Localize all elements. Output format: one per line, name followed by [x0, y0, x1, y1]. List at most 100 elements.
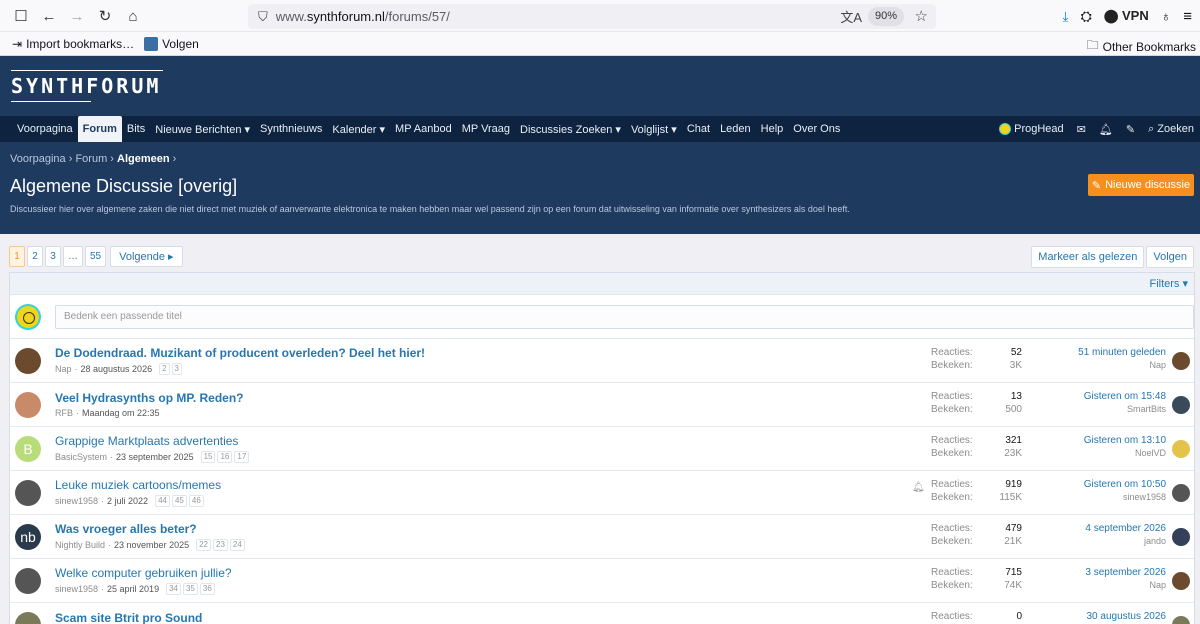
back-icon[interactable]: ← — [38, 5, 60, 27]
thread-author[interactable]: Nap — [55, 364, 72, 374]
site-logo[interactable]: SYNTHFORUM — [11, 67, 163, 105]
thread-page-link[interactable]: 15 — [200, 451, 216, 463]
nav-item[interactable]: Leden — [715, 116, 756, 142]
user-menu[interactable]: ProgHead — [999, 123, 1064, 136]
url-text[interactable]: www.synthforum.nl/forums/57/ — [276, 9, 450, 24]
avatar[interactable] — [15, 611, 41, 624]
bookmark-volgen[interactable]: Volgen — [144, 36, 199, 51]
thread-page-link[interactable]: 2 — [159, 363, 170, 375]
thread-page-link[interactable]: 3 — [171, 363, 182, 375]
last-poster-avatar[interactable] — [1172, 528, 1190, 546]
other-bookmarks[interactable]: 🗀 Other Bookmarks — [1087, 36, 1196, 57]
thread-page-link[interactable]: 35 — [182, 583, 198, 595]
thread-title-link[interactable]: Scam site Btrit pro Sound — [55, 611, 202, 624]
new-thread-title-input[interactable]: Bedenk een passende titel — [54, 304, 1194, 329]
last-post-user[interactable]: NoelVD — [1084, 447, 1166, 460]
nav-item[interactable]: Volglijst ▾ — [626, 116, 682, 142]
nav-item[interactable]: MP Aanbod — [390, 116, 457, 142]
page-link[interactable]: 2 — [27, 246, 43, 267]
page-link[interactable]: 55 — [85, 246, 107, 267]
thread-date[interactable]: 28 augustus 2026 — [81, 364, 153, 374]
thread-page-link[interactable]: 22 — [196, 539, 211, 551]
thread-page-link[interactable]: 45 — [171, 495, 187, 507]
last-post-time[interactable]: Gisteren om 10:50 — [1084, 478, 1166, 491]
avatar[interactable] — [15, 479, 41, 506]
thread-date[interactable]: Maandag om 22:35 — [82, 408, 160, 418]
forward-icon[interactable]: → — [66, 5, 88, 27]
nav-item[interactable]: Chat — [682, 116, 715, 142]
last-poster-avatar[interactable] — [1172, 352, 1190, 370]
thread-page-link[interactable]: 16 — [217, 451, 233, 463]
next-page-button[interactable]: Volgende ▸ — [110, 246, 183, 267]
thread-title-link[interactable]: Leuke muziek cartoons/memes — [55, 478, 221, 492]
filters-button[interactable]: Filters ▾ — [1149, 277, 1188, 290]
translate-icon[interactable]: 文A — [840, 7, 862, 26]
last-poster-avatar[interactable] — [1172, 440, 1190, 458]
thread-page-link[interactable]: 34 — [166, 583, 181, 595]
new-discussion-button[interactable]: ✎ Nieuwe discussie — [1088, 174, 1194, 196]
avatar[interactable] — [15, 347, 41, 374]
nav-item[interactable]: Voorpagina — [12, 116, 78, 142]
thread-title-link[interactable]: Was vroeger alles beter? — [55, 522, 245, 536]
import-bookmarks-link[interactable]: ⇥ Import bookmarks… — [12, 37, 134, 51]
thread-page-link[interactable]: 23 — [213, 539, 228, 551]
thread-title-link[interactable]: Veel Hydrasynths op MP. Reden? — [55, 391, 244, 405]
thread-page-link[interactable]: 36 — [199, 583, 215, 595]
last-post-time[interactable]: 3 september 2026 — [1085, 566, 1166, 579]
last-post-user[interactable]: SmartBits — [1084, 403, 1166, 416]
search-button[interactable]: ⌕ Zoeken — [1148, 123, 1194, 136]
vpn-button[interactable]: ⬤ VPN — [1104, 8, 1149, 24]
last-post-user[interactable]: jando — [1085, 535, 1166, 548]
thread-page-link[interactable]: 46 — [188, 495, 204, 507]
thread-date[interactable]: 25 april 2019 — [107, 584, 159, 594]
menu-icon[interactable]: ≡ — [1183, 8, 1192, 25]
avatar[interactable] — [15, 391, 41, 418]
thread-title-link[interactable]: De Dodendraad. Muzikant of producent ove… — [55, 346, 425, 360]
extension-icon[interactable]: ⛭ — [1081, 8, 1092, 25]
last-post-time[interactable]: Gisteren om 13:10 — [1084, 434, 1166, 447]
alerts-bell-icon[interactable]: 🔔︎ — [1099, 123, 1113, 136]
last-poster-avatar[interactable] — [1172, 572, 1190, 590]
avatar[interactable]: B — [15, 435, 41, 462]
last-post-time[interactable]: 30 augustus 2026 — [1086, 610, 1166, 623]
account-icon[interactable]: ♁ — [1161, 8, 1172, 24]
last-post-user[interactable]: Nap — [1085, 579, 1166, 592]
thread-page-link[interactable]: 17 — [234, 451, 250, 463]
edit-icon[interactable]: ✎ — [1126, 123, 1135, 136]
thread-author[interactable]: sinew1958 — [55, 584, 98, 594]
inbox-icon[interactable]: ✉ — [1077, 123, 1086, 136]
last-post-time[interactable]: 4 september 2026 — [1085, 522, 1166, 535]
nav-item[interactable]: MP Vraag — [457, 116, 515, 142]
thread-page-link[interactable]: 24 — [229, 539, 245, 551]
thread-date[interactable]: 23 september 2025 — [116, 452, 194, 462]
avatar[interactable]: nb — [15, 523, 41, 550]
thread-author[interactable]: sinew1958 — [55, 496, 98, 506]
nav-item[interactable]: Over Ons — [788, 116, 845, 142]
sidebar-toggle-icon[interactable]: ☐ — [10, 5, 32, 27]
breadcrumb-algemeen[interactable]: Algemeen — [117, 153, 170, 165]
avatar[interactable] — [15, 567, 41, 594]
thread-date[interactable]: 23 november 2025 — [114, 540, 189, 550]
breadcrumb-forum[interactable]: Forum — [75, 153, 107, 165]
bookmark-star-icon[interactable]: ☆ — [915, 7, 928, 25]
thread-date[interactable]: 2 juli 2022 — [107, 496, 148, 506]
nav-item[interactable]: Synthnieuws — [255, 116, 327, 142]
page-link[interactable]: 3 — [45, 246, 61, 267]
last-post-user[interactable]: Nap — [1078, 359, 1166, 372]
nav-item[interactable]: Discussies Zoeken ▾ — [515, 116, 626, 142]
last-post-time[interactable]: Gisteren om 15:48 — [1084, 390, 1166, 403]
thread-author[interactable]: RFB — [55, 408, 73, 418]
nav-item[interactable]: Help — [756, 116, 789, 142]
nav-item[interactable]: Nieuwe Berichten ▾ — [150, 116, 255, 142]
last-post-time[interactable]: 51 minuten geleden — [1078, 346, 1166, 359]
home-icon[interactable]: ⌂ — [122, 5, 144, 27]
nav-item[interactable]: Forum — [77, 116, 122, 142]
last-poster-avatar[interactable] — [1172, 396, 1190, 414]
thread-author[interactable]: BasicSystem — [55, 452, 107, 462]
zoom-badge[interactable]: 90% — [867, 7, 904, 26]
thread-title-link[interactable]: Grappige Marktplaats advertenties — [55, 434, 249, 448]
thread-page-link[interactable]: 44 — [155, 495, 170, 507]
last-poster-avatar[interactable] — [1172, 484, 1190, 502]
page-link[interactable]: … — [63, 246, 83, 267]
breadcrumb-voorpagina[interactable]: Voorpagina — [10, 153, 66, 165]
